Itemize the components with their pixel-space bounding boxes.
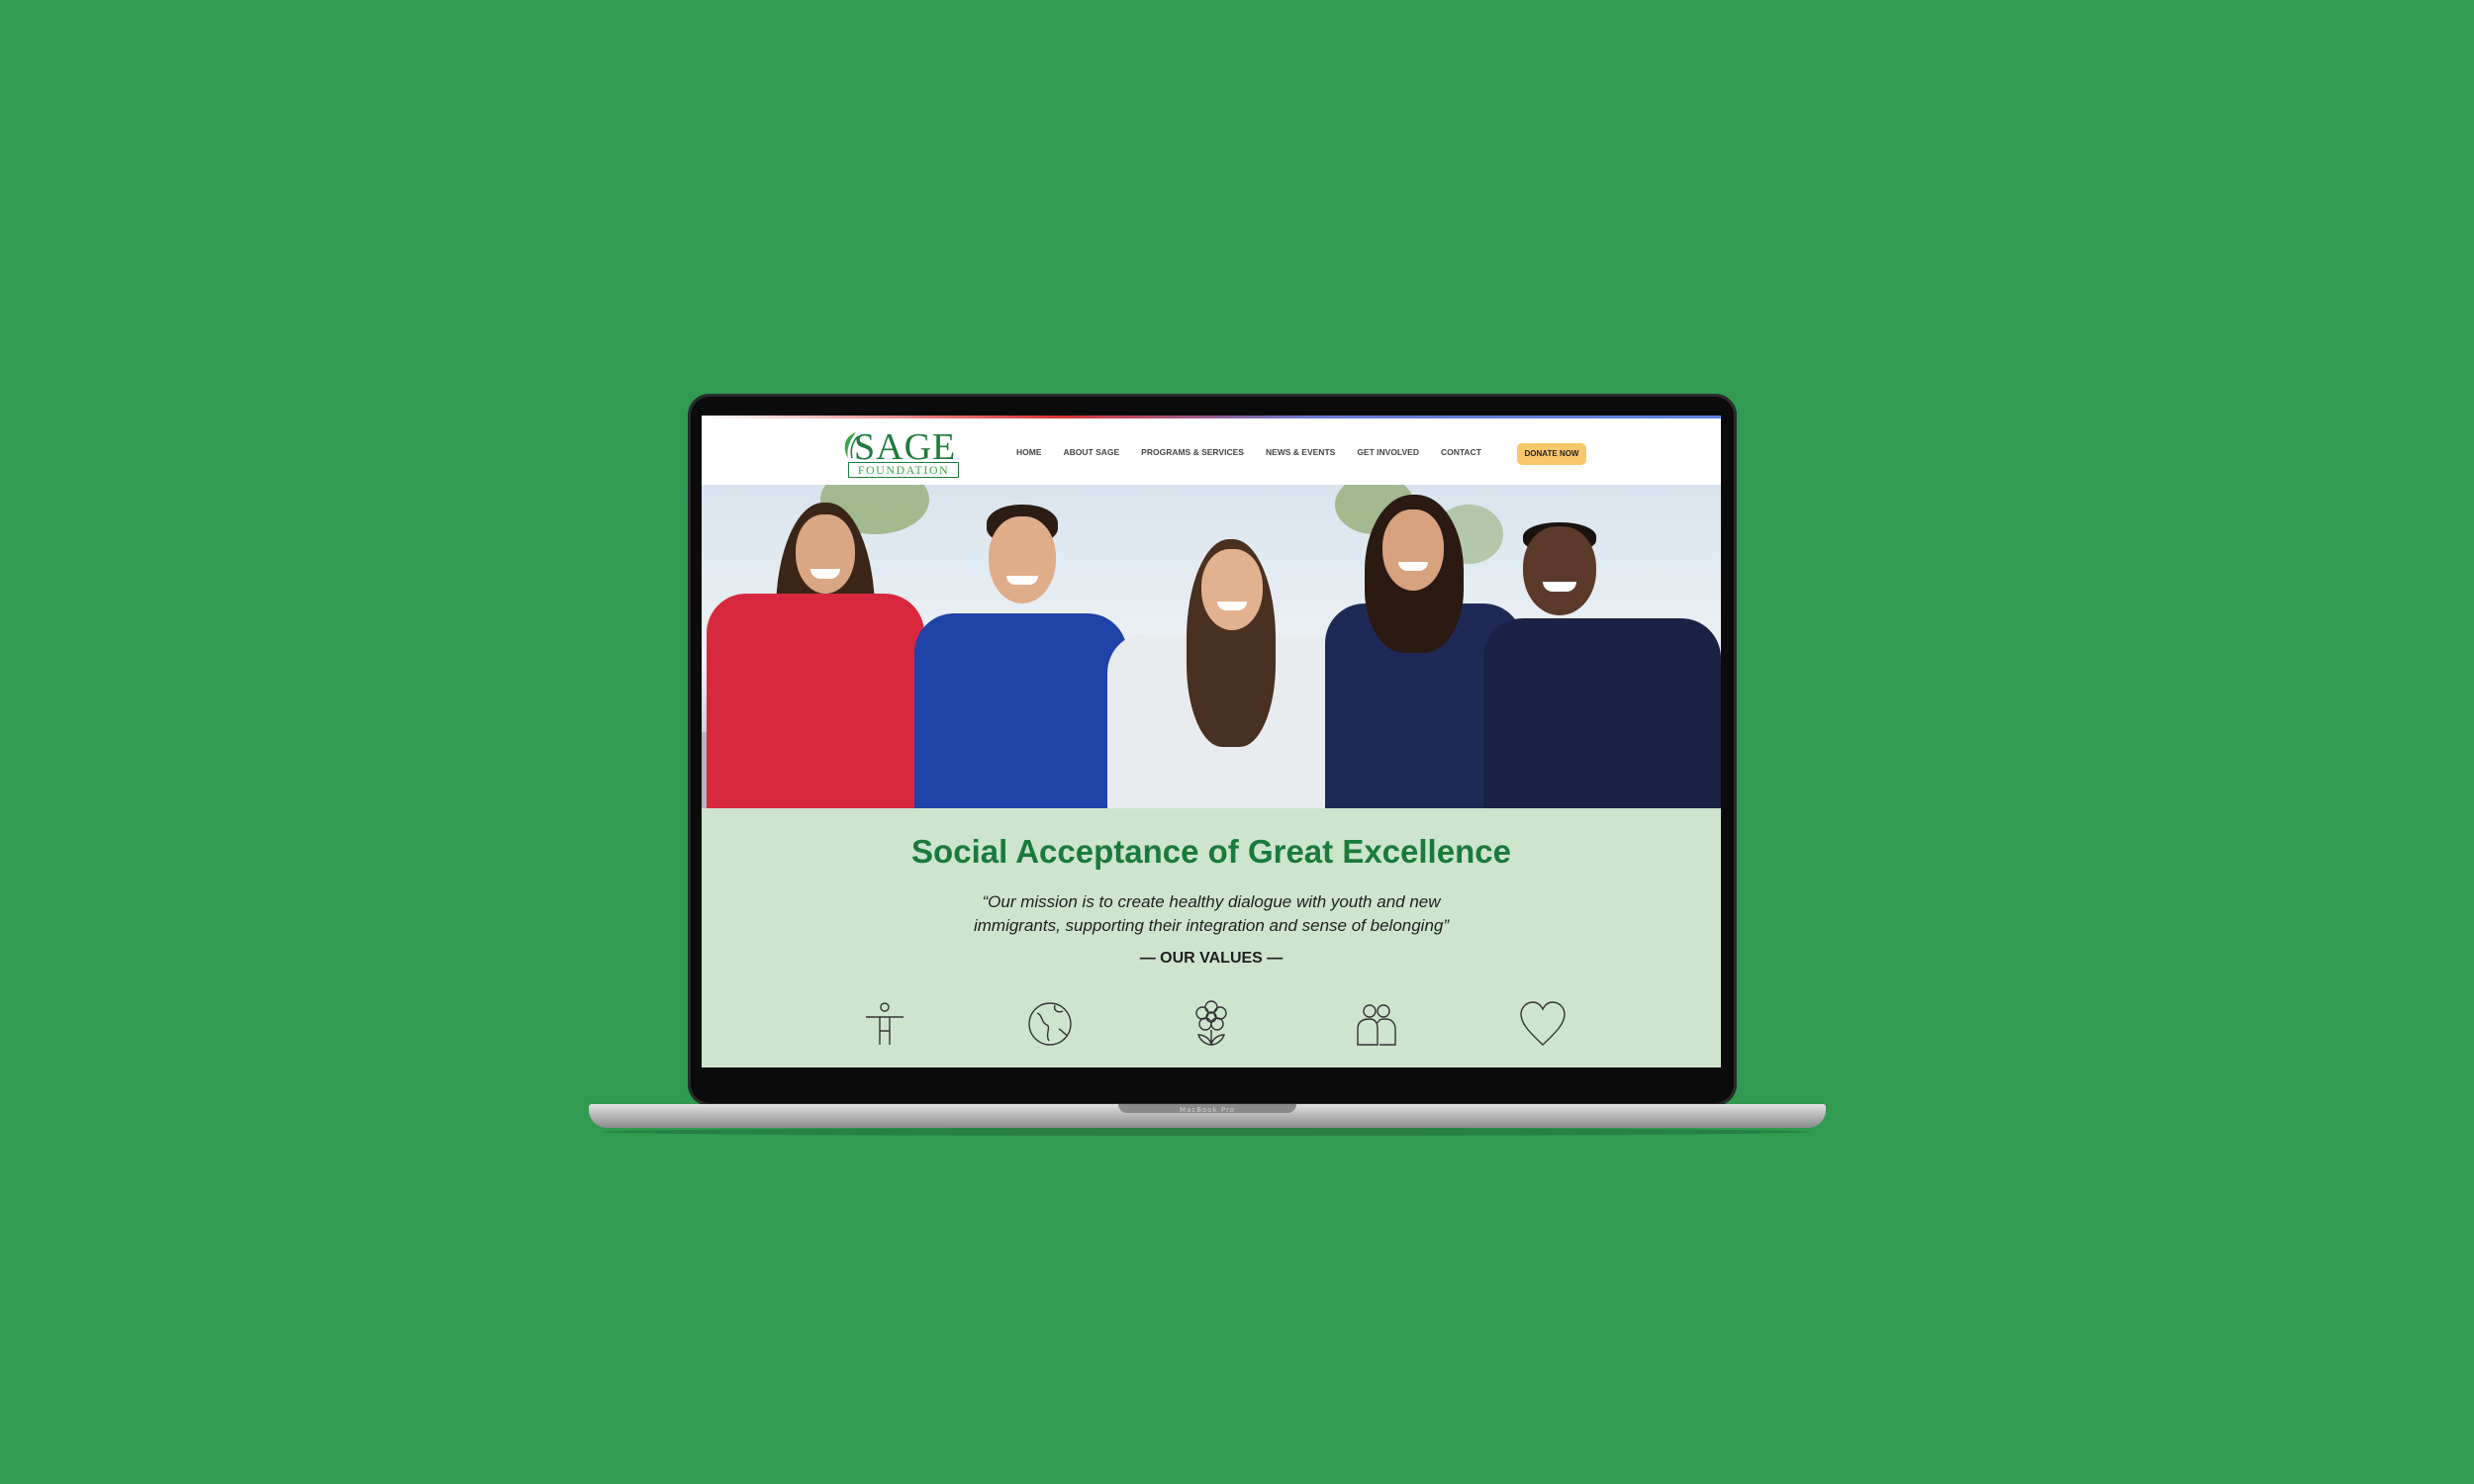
mission-quote-line-2: immigrants, supporting their integration…	[973, 916, 1450, 935]
flower-icon	[1195, 1000, 1227, 1046]
laptop-screen: SAGE FOUNDATION HOME ABOUT SAGE PROGRAMS…	[702, 416, 1721, 1067]
nav-item-get-involved[interactable]: GET INVOLVED	[1357, 442, 1419, 462]
mission-title: Social Acceptance of Great Excellence	[911, 833, 1511, 870]
mission-quote-line-1: “Our mission is to create healthy dialog…	[982, 892, 1441, 911]
logo-title: SAGE	[854, 426, 957, 468]
laptop-shadow	[604, 1128, 1811, 1136]
nav-item-news-events[interactable]: NEWS & EVENTS	[1266, 442, 1335, 462]
our-values-heading: — OUR VALUES —	[1139, 950, 1284, 967]
mission-section: Social Acceptance of Great Excellence “O…	[702, 808, 1721, 1067]
people-icon	[1357, 1004, 1396, 1046]
sage-logo[interactable]: SAGE FOUNDATION	[840, 426, 961, 480]
donate-now-button[interactable]: DONATE NOW	[1517, 443, 1586, 465]
nav-item-home[interactable]: HOME	[1016, 442, 1042, 462]
main-nav: HOME ABOUT SAGE PROGRAMS & SERVICES NEWS…	[1016, 442, 1503, 462]
nav-item-about-sage[interactable]: ABOUT SAGE	[1064, 442, 1120, 462]
nav-item-programs-services[interactable]: PROGRAMS & SERVICES	[1141, 442, 1244, 462]
laptop-model-label: MacBook Pro	[1180, 1106, 1235, 1114]
person-icon	[866, 1002, 904, 1045]
site-header: SAGE FOUNDATION HOME ABOUT SAGE PROGRAMS…	[702, 418, 1721, 485]
logo-subtitle: FOUNDATION	[857, 463, 950, 477]
nav-item-contact[interactable]: CONTACT	[1441, 442, 1481, 462]
globe-icon	[1028, 1002, 1072, 1046]
heart-icon	[1520, 1001, 1566, 1046]
hero-photo	[702, 485, 1721, 808]
mission-quote: “Our mission is to create healthy dialog…	[939, 890, 1483, 938]
